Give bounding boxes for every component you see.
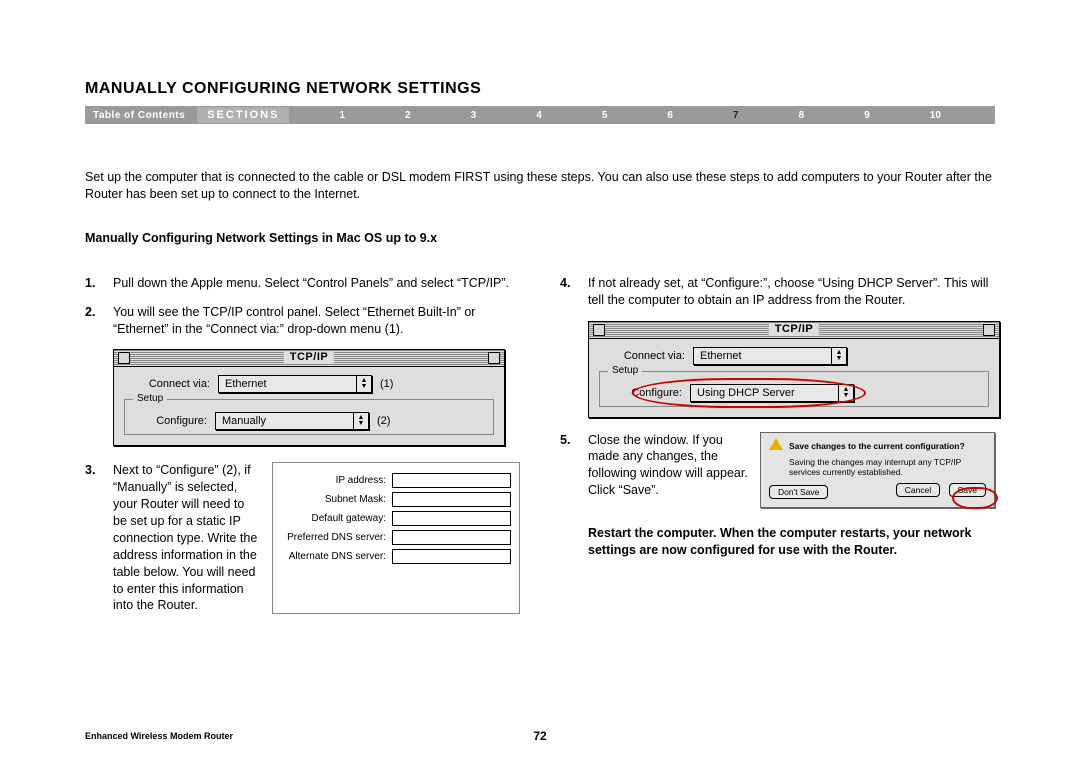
connect-via-value: Ethernet [225,378,267,390]
configure-label: Configure: [133,415,215,427]
nav-item-5[interactable]: 5 [602,110,608,121]
connect-via-select[interactable]: Ethernet ▲▼ [218,375,372,393]
nav-item-10[interactable]: 10 [930,110,941,121]
nav-item-3[interactable]: 3 [471,110,477,121]
dropdown-arrows-icon: ▲▼ [353,413,368,429]
preferred-dns-field[interactable] [392,530,511,545]
dropdown-arrows-icon: ▲▼ [831,348,846,364]
connect-via-select[interactable]: Ethernet ▲▼ [693,347,847,365]
ip-address-field[interactable] [392,473,511,488]
dialog-message: Saving the changes may interrupt any TCP… [789,457,986,477]
nav-item-2[interactable]: 2 [405,110,411,121]
configure-select[interactable]: Using DHCP Server ▲▼ [690,384,854,402]
zoom-icon[interactable] [983,324,995,336]
connect-via-label: Connect via: [124,378,218,390]
page-title: MANUALLY CONFIGURING NETWORK SETTINGS [85,80,995,98]
nav-toc[interactable]: Table of Contents [89,110,197,121]
setup-legend: Setup [133,393,167,404]
step-4-num: 4. [560,275,588,309]
callout-2: (2) [377,415,390,427]
callout-1: (1) [380,378,393,390]
window-title: TCP/IP [284,351,334,363]
step-2-text: You will see the TCP/IP control panel. S… [113,304,520,338]
nav-item-7[interactable]: 7 [733,110,739,121]
ip-address-label: IP address: [281,474,392,488]
default-gateway-label: Default gateway: [281,512,392,526]
connect-via-value: Ethernet [700,350,742,362]
configure-value: Manually [222,415,266,427]
step-5-text: Close the window. If you made any change… [588,432,750,500]
nav-sections-label: SECTIONS [197,107,289,123]
close-icon[interactable] [593,324,605,336]
configure-select[interactable]: Manually ▲▼ [215,412,369,430]
subheading: Manually Configuring Network Settings in… [85,231,995,245]
window-title: TCP/IP [769,323,819,335]
save-dialog: Save changes to the current configuratio… [760,432,995,509]
step-1-text: Pull down the Apple menu. Select “Contro… [113,275,520,292]
step-2-num: 2. [85,304,113,338]
default-gateway-field[interactable] [392,511,511,526]
restart-note: Restart the computer. When the computer … [588,525,995,559]
preferred-dns-label: Preferred DNS server: [281,531,392,545]
zoom-icon[interactable] [488,352,500,364]
nav-item-6[interactable]: 6 [667,110,673,121]
mac-titlebar: TCP/IP [589,322,999,339]
page-number: 72 [533,729,546,743]
subnet-mask-field[interactable] [392,492,511,507]
footer-product: Enhanced Wireless Modem Router [85,731,233,741]
step-4-text: If not already set, at “Configure:”, cho… [588,275,995,309]
ip-fields-box: IP address: Subnet Mask: Default gateway… [272,462,520,614]
intro-text: Set up the computer that is connected to… [85,169,995,203]
alternate-dns-label: Alternate DNS server: [281,550,392,564]
mac-titlebar: TCP/IP [114,350,504,367]
connect-via-label: Connect via: [599,350,693,362]
configure-label: Configure: [608,387,690,399]
dropdown-arrows-icon: ▲▼ [838,385,853,401]
section-nav: Table of Contents SECTIONS 1 2 3 4 5 6 7… [85,106,995,124]
cancel-button[interactable]: Cancel [896,483,940,497]
page-footer: Enhanced Wireless Modem Router 72 [85,731,995,741]
nav-item-9[interactable]: 9 [864,110,870,121]
subnet-mask-label: Subnet Mask: [281,493,392,507]
warning-icon [769,438,783,450]
step-3-text: Next to “Configure” (2), if “Manually” i… [113,462,258,614]
dropdown-arrows-icon: ▲▼ [356,376,371,392]
tcpip-window-2: TCP/IP Connect via: Ethernet ▲▼ Setup [588,321,1000,418]
nav-item-1[interactable]: 1 [339,110,345,121]
step-1-num: 1. [85,275,113,292]
save-button[interactable]: Save [949,483,986,497]
nav-item-4[interactable]: 4 [536,110,542,121]
step-5-num: 5. [560,432,588,500]
step-3-num: 3. [85,462,113,614]
save-button-label: Save [958,485,977,495]
configure-value: Using DHCP Server [697,387,795,399]
setup-legend: Setup [608,365,642,376]
tcpip-window-1: TCP/IP Connect via: Ethernet ▲▼ (1) Setu… [113,349,505,446]
dialog-heading: Save changes to the current configuratio… [789,441,986,451]
close-icon[interactable] [118,352,130,364]
dont-save-button[interactable]: Don't Save [769,485,828,499]
alternate-dns-field[interactable] [392,549,511,564]
nav-item-8[interactable]: 8 [799,110,805,121]
